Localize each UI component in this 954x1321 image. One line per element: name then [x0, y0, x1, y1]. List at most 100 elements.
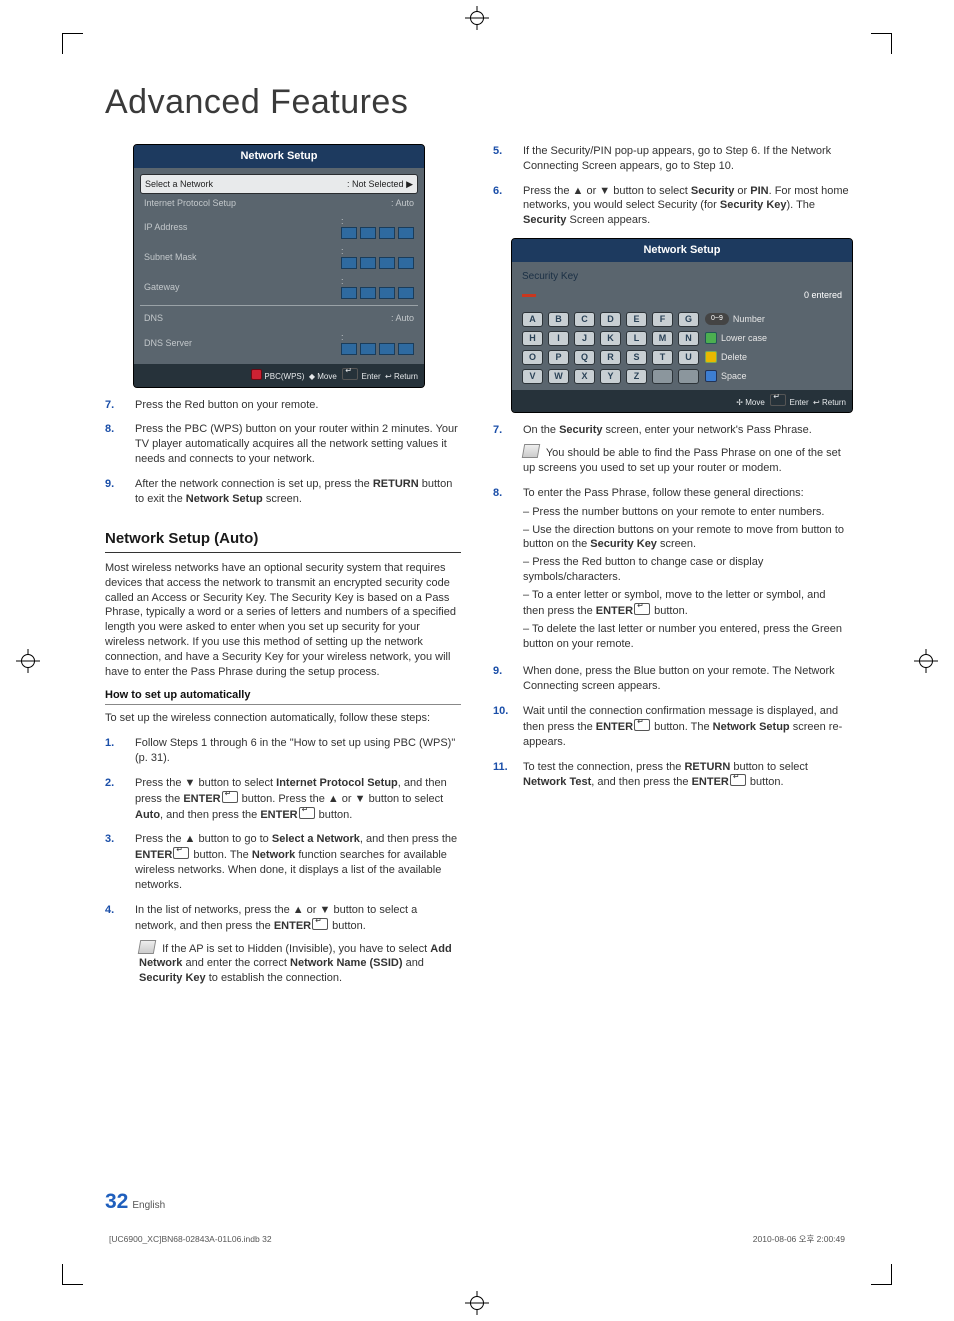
- crop-mark: [871, 33, 892, 54]
- number-pill-icon: 0~9: [705, 313, 729, 324]
- dialog-title: Network Setup: [512, 239, 852, 262]
- keyboard-key[interactable]: R: [600, 350, 621, 365]
- keyboard-key[interactable]: U: [678, 350, 699, 365]
- footer-left: [UC6900_XC]BN68-02843A-01L06.indb 32: [109, 1234, 272, 1245]
- row-label: DNS Server: [144, 337, 192, 349]
- row-value: : Not Selected ▶: [347, 178, 413, 190]
- keyboard-key[interactable]: [652, 369, 673, 384]
- keyboard-key[interactable]: J: [574, 331, 595, 346]
- keyboard-key[interactable]: A: [522, 312, 543, 327]
- keyboard-side-label: Space: [705, 370, 789, 382]
- page-title: Advanced Features: [105, 80, 849, 126]
- keyboard-key[interactable]: D: [600, 312, 621, 327]
- dialog-title: Network Setup: [134, 145, 424, 168]
- crop-mark: [62, 1264, 83, 1285]
- registration-mark-icon: [918, 653, 934, 669]
- auto-step-4: In the list of networks, press the ▲ or …: [135, 903, 461, 986]
- keyboard-key[interactable]: W: [548, 369, 569, 384]
- enter-icon: [312, 918, 328, 930]
- keyboard-key[interactable]: I: [548, 331, 569, 346]
- enter-icon: [634, 603, 650, 615]
- keyboard-key[interactable]: Z: [626, 369, 647, 384]
- dns-server-row: DNS Server :: [140, 328, 418, 358]
- row-label: Gateway: [144, 281, 180, 293]
- keyboard-key[interactable]: Q: [574, 350, 595, 365]
- ip-setup-row[interactable]: Internet Protocol Setup : Auto: [140, 194, 418, 212]
- imposition-footer: [UC6900_XC]BN68-02843A-01L06.indb 32 201…: [105, 1234, 849, 1245]
- keyboard-key[interactable]: K: [600, 331, 621, 346]
- r-step-5: If the Security/PIN pop-up appears, go t…: [523, 144, 849, 174]
- auto-step-3: Press the ▲ button to go to Select a Net…: [135, 832, 461, 892]
- enter-icon: [730, 774, 746, 786]
- keyboard-side-label: 0~9Number: [705, 313, 789, 325]
- entered-count: 0 entered: [804, 289, 842, 301]
- crop-mark: [871, 1264, 892, 1285]
- r-step-10: Wait until the connection confirmation m…: [523, 704, 849, 750]
- dialog-footer: PBC(WPS) ◆ Move Enter ↩ Return: [134, 364, 424, 387]
- page-content: Advanced Features Network Setup Select a…: [105, 80, 849, 1251]
- green-button-icon: [705, 332, 717, 344]
- dns-row[interactable]: DNS : Auto: [140, 309, 418, 327]
- r-step-11: To test the connection, press the RETURN…: [523, 760, 849, 791]
- keyboard-row: VWXYZ Space: [522, 369, 842, 384]
- keyboard-key[interactable]: M: [652, 331, 673, 346]
- keyboard-row: ABCDEFG 0~9Number: [522, 312, 842, 327]
- keyboard-row: OPQRSTUDelete: [522, 350, 842, 365]
- keyboard-key[interactable]: C: [574, 312, 595, 327]
- security-key-label: Security Key: [522, 270, 842, 284]
- right-column: 5.If the Security/PIN pop-up appears, go…: [493, 144, 849, 996]
- registration-mark-icon: [469, 1295, 485, 1311]
- enter-icon: [299, 807, 315, 819]
- keyboard-key[interactable]: V: [522, 369, 543, 384]
- chevron-right-icon: ▶: [406, 179, 413, 189]
- keyboard-key[interactable]: B: [548, 312, 569, 327]
- keyboard-key[interactable]: F: [652, 312, 673, 327]
- page-sheet: Advanced Features Network Setup Select a…: [0, 0, 954, 1321]
- security-key-dialog: Network Setup Security Key 0 entered ABC…: [511, 238, 853, 413]
- keyboard-key[interactable]: S: [626, 350, 647, 365]
- keyboard-key[interactable]: G: [678, 312, 699, 327]
- keyboard-key[interactable]: T: [652, 350, 673, 365]
- keyboard-key[interactable]: [678, 369, 699, 384]
- keyboard-key[interactable]: X: [574, 369, 595, 384]
- keyboard-side-label: Lower case: [705, 332, 789, 344]
- keyboard-key[interactable]: E: [626, 312, 647, 327]
- red-button-icon: [251, 369, 262, 380]
- input-cursor[interactable]: [522, 294, 804, 297]
- enter-icon: [770, 394, 786, 406]
- octet-boxes: [341, 287, 414, 299]
- select-network-row[interactable]: Select a Network : Not Selected ▶: [140, 174, 418, 194]
- row-label: IP Address: [144, 221, 187, 233]
- row-value: : Auto: [391, 197, 414, 209]
- subnet-row: Subnet Mask :: [140, 242, 418, 272]
- sub-heading: How to set up automatically: [105, 688, 461, 706]
- enter-icon: [342, 368, 358, 380]
- enter-icon: [634, 719, 650, 731]
- octet-boxes: [341, 227, 414, 239]
- registration-mark-icon: [20, 653, 36, 669]
- octet-boxes: [341, 343, 414, 355]
- registration-mark-icon: [469, 10, 485, 26]
- note-icon: [522, 444, 540, 458]
- r-step-8: To enter the Pass Phrase, follow these g…: [523, 486, 849, 654]
- gateway-row: Gateway :: [140, 272, 418, 302]
- row-label: DNS: [144, 312, 163, 324]
- entry-row: 0 entered: [522, 289, 842, 301]
- keyboard-key[interactable]: P: [548, 350, 569, 365]
- section-heading: Network Setup (Auto): [105, 529, 461, 553]
- intro-text: To set up the wireless connection automa…: [105, 711, 461, 726]
- r-step-6: Press the ▲ or ▼ button to select Securi…: [523, 184, 849, 229]
- footer-right: 2010-08-06 오후 2:00:49: [753, 1234, 845, 1245]
- keyboard-key[interactable]: H: [522, 331, 543, 346]
- keyboard-row: HIJKLMN Lower case: [522, 331, 842, 346]
- enter-icon: [173, 847, 189, 859]
- auto-step-2: Press the ▼ button to select Internet Pr…: [135, 776, 461, 823]
- keyboard-key[interactable]: L: [626, 331, 647, 346]
- r-step-9: When done, press the Blue button on your…: [523, 664, 849, 694]
- yellow-button-icon: [705, 351, 717, 363]
- keyboard-key[interactable]: N: [678, 331, 699, 346]
- keyboard-key[interactable]: Y: [600, 369, 621, 384]
- page-number: 32English: [105, 1188, 165, 1216]
- keyboard-key[interactable]: O: [522, 350, 543, 365]
- auto-step-1: Follow Steps 1 through 6 in the "How to …: [135, 736, 461, 766]
